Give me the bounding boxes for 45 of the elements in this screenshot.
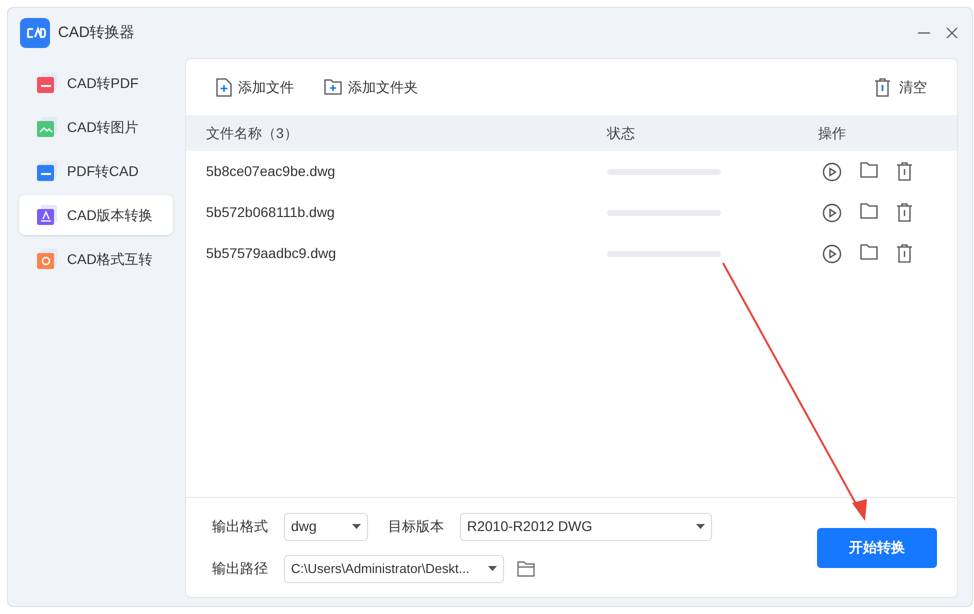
logo-icon bbox=[20, 18, 50, 48]
add-file-button[interactable]: 添加文件 bbox=[216, 76, 294, 98]
trash-icon[interactable] bbox=[896, 162, 913, 180]
caret-icon bbox=[488, 566, 497, 571]
sidebar-item[interactable]: PDF转CAD bbox=[19, 151, 173, 191]
trash-icon[interactable] bbox=[896, 202, 913, 222]
cad-file-icon bbox=[37, 161, 57, 181]
sidebar-item[interactable]: CAD版本转换 bbox=[19, 195, 173, 235]
caret-icon bbox=[352, 524, 361, 529]
add-folder-button[interactable]: 添加文件夹 bbox=[324, 76, 418, 98]
field-label: 输出格式 bbox=[212, 517, 269, 536]
field-label: 目标版本 bbox=[388, 517, 445, 536]
file-name: 5b57579aadbc9.dwg bbox=[206, 244, 338, 263]
path-dropdown[interactable]: C:\Users\Administrator\Deskt... bbox=[284, 554, 504, 582]
pdf-file-icon bbox=[37, 73, 57, 93]
start-convert-button[interactable]: 开始转换 bbox=[817, 528, 937, 568]
column-header: 操作 bbox=[818, 124, 846, 142]
play-icon[interactable] bbox=[822, 244, 842, 264]
format-file-icon bbox=[37, 249, 57, 269]
format-dropdown[interactable]: dwg bbox=[284, 512, 368, 540]
folder-plus-icon bbox=[324, 79, 342, 95]
close-icon[interactable] bbox=[946, 27, 958, 39]
sidebar-item[interactable]: CAD转PDF bbox=[19, 63, 173, 103]
image-file-icon bbox=[37, 117, 57, 137]
column-header: 文件名称（3） bbox=[206, 124, 299, 142]
play-icon[interactable] bbox=[822, 202, 842, 222]
version-dropdown[interactable]: R2010-R2012 DWG bbox=[460, 512, 712, 540]
folder-icon[interactable] bbox=[517, 560, 535, 576]
field-label: 输出路径 bbox=[212, 559, 269, 578]
play-icon[interactable] bbox=[822, 162, 842, 182]
file-name: 5b572b068111b.dwg bbox=[206, 203, 336, 222]
window-title: CAD转换器 bbox=[58, 22, 135, 43]
sidebar-item[interactable]: CAD转图片 bbox=[19, 107, 173, 147]
clear-button[interactable]: 清空 bbox=[874, 76, 927, 98]
folder-icon[interactable] bbox=[860, 244, 878, 260]
column-header: 状态 bbox=[607, 124, 636, 142]
folder-icon[interactable] bbox=[860, 202, 878, 218]
file-plus-icon bbox=[216, 78, 232, 96]
version-file-icon bbox=[37, 205, 57, 225]
trash-icon bbox=[874, 78, 891, 96]
trash-icon[interactable] bbox=[896, 244, 913, 262]
file-name: 5b8ce07eac9be.dwg bbox=[206, 162, 336, 181]
caret-icon bbox=[696, 524, 705, 529]
folder-icon[interactable] bbox=[860, 162, 878, 178]
sidebar-item[interactable]: CAD格式互转 bbox=[19, 239, 173, 279]
